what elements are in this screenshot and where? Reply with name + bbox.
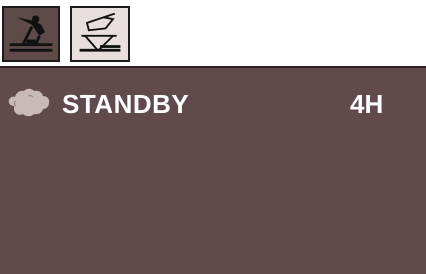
tab-mopping[interactable] <box>2 6 60 62</box>
status-panel: STANDBY 4H <box>0 66 426 274</box>
ironing-board-icon <box>72 8 128 60</box>
status-row: STANDBY 4H <box>0 86 426 122</box>
cloud-icon <box>8 88 50 120</box>
status-label: STANDBY <box>62 89 190 119</box>
wet-floor-mopping-icon <box>4 8 58 60</box>
status-value: 4H <box>350 89 384 119</box>
screen: STANDBY 4H <box>0 0 426 274</box>
tab-ironing[interactable] <box>70 6 130 62</box>
